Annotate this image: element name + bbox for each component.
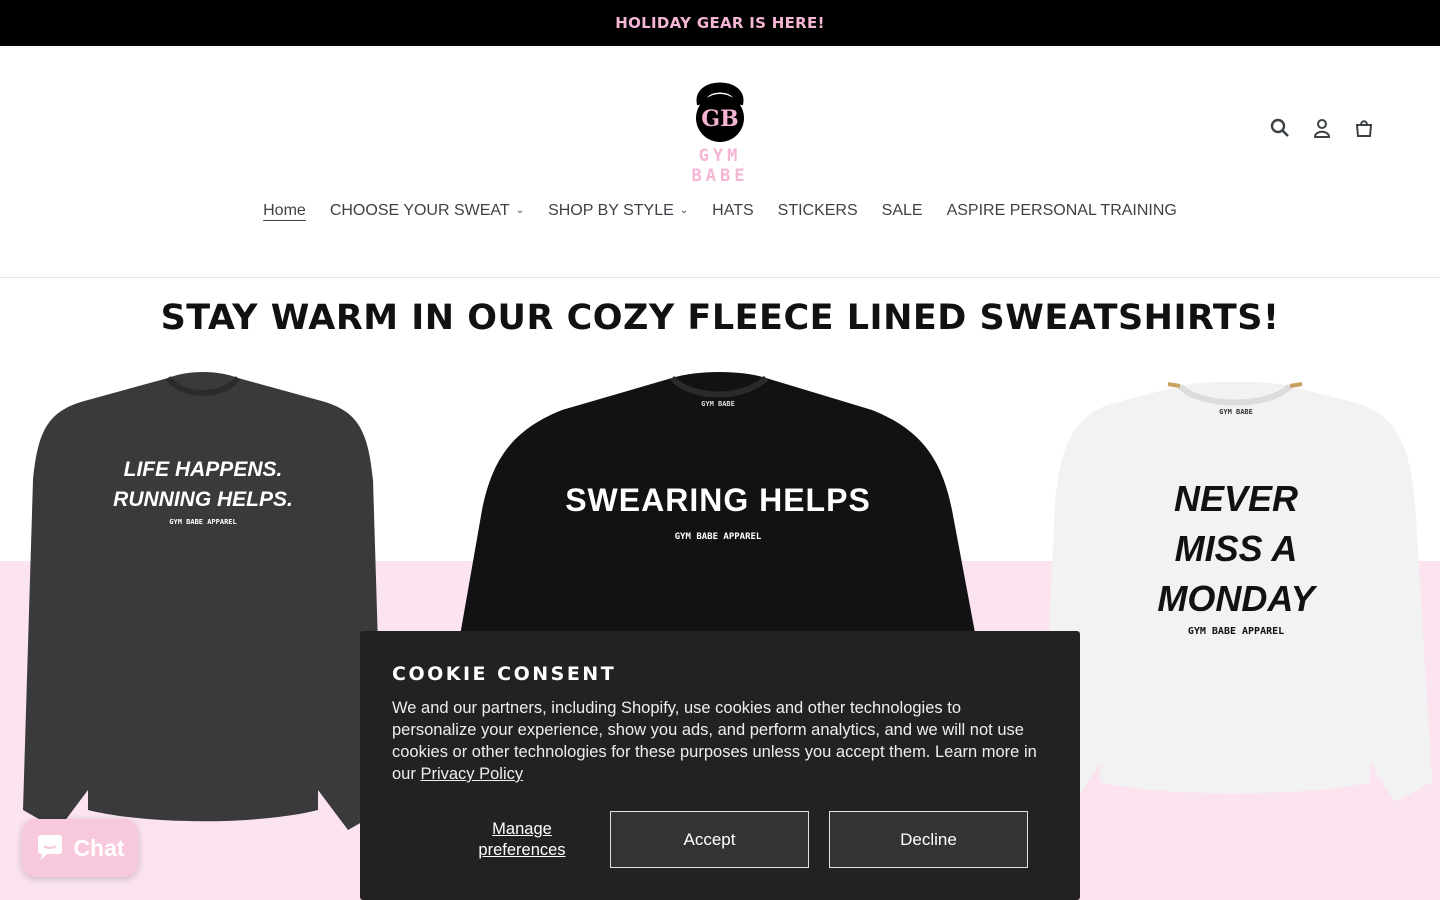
nav-item-sale[interactable]: SALE [882,202,923,220]
nav-item-hats[interactable]: HATS [712,202,753,220]
nav-item-choose-your-sweat[interactable]: CHOOSE YOUR SWEAT ⌄ [330,202,524,220]
main-nav: Home CHOOSE YOUR SWEAT ⌄ SHOP BY STYLE ⌄ H… [0,202,1440,220]
nav-label: HATS [712,202,754,219]
nav-item-home[interactable]: Home [263,202,306,220]
chevron-down-icon: ⌄ [515,205,525,216]
nav-item-aspire-personal-training[interactable]: ASPIRE PERSONAL TRAINING [947,202,1177,220]
nav-label: STICKERS [777,202,858,219]
nav-label: Home [263,202,306,219]
cookie-body: We and our partners, including Shopify, … [392,697,1048,785]
privacy-policy-link[interactable]: Privacy Policy [420,765,523,783]
chat-label: Chat [73,834,125,861]
site-header: GB GYM BABE Home CHOOSE YOUR SWEAT ⌄ SHOP… [0,46,1440,278]
header-icons [1268,116,1376,140]
site-logo[interactable]: GB GYM BABE [664,74,776,186]
product-image-never-miss-a-monday[interactable]: GYM BABE NEVER MISS A MONDAY GYM BABE AP… [1040,381,1432,812]
sweatshirt-graphic [23,372,383,830]
chat-button[interactable]: Chat [22,819,138,877]
chevron-down-icon: ⌄ [679,205,689,216]
nav-label: CHOOSE YOUR SWEAT [329,202,510,219]
nav-label: SALE [881,202,923,219]
nav-label: ASPIRE PERSONAL TRAINING [946,202,1177,219]
shirt-print-line2: RUNNING HELPS. [113,488,293,511]
manage-line1: Manage [492,820,552,838]
sweatshirt-graphic [454,372,982,670]
shirt-collar-brand: GYM BABE [1219,408,1253,416]
product-image-swearing-helps[interactable]: GYM BABE SWEARING HELPS GYM BABE APPAREL [452,370,984,670]
account-icon[interactable] [1310,116,1334,140]
cookie-consent-banner: COOKIE CONSENT We and our partners, incl… [360,631,1080,900]
announcement-text: HOLIDAY GEAR IS HERE! [615,14,825,32]
search-icon[interactable] [1268,116,1292,140]
chat-bubble-icon [38,835,63,860]
announcement-bar: HOLIDAY GEAR IS HERE! [0,0,1440,46]
decline-button[interactable]: Decline [829,811,1028,868]
shirt-collar-brand: GYM BABE [701,400,735,408]
shirt-brand: GYM BABE APPAREL [169,518,237,526]
shirt-print-line1: NEVER [1173,478,1299,519]
manage-preferences-link[interactable]: Manage preferences [432,819,612,861]
accept-button[interactable]: Accept [610,811,809,868]
nav-label: SHOP BY STYLE [548,202,674,219]
hero-title: STAY WARM IN OUR COZY FLEECE LINED SWEAT… [160,298,1280,338]
nav-item-shop-by-style[interactable]: SHOP BY STYLE ⌄ [548,202,688,220]
logo-monogram: GB [701,106,738,132]
cookie-actions: Manage preferences Accept Decline [392,811,1048,868]
logo-text: GYM BABE [691,146,749,186]
shirt-brand: GYM BABE APPAREL [674,532,762,542]
manage-line2: preferences [478,841,566,859]
shirt-brand: GYM BABE APPAREL [1187,626,1285,637]
shirt-print-line3: MONDAY [1157,578,1315,619]
cookie-title: COOKIE CONSENT [392,663,617,685]
kettlebell-logo-icon: GB [696,82,744,142]
nav-item-stickers[interactable]: STICKERS [778,202,858,220]
shirt-print-line1: LIFE HAPPENS. [123,458,283,481]
product-image-life-happens[interactable]: LIFE HAPPENS. RUNNING HELPS. GYM BABE AP… [18,370,388,840]
shirt-print-line2: MISS A [1174,528,1298,569]
cart-icon[interactable] [1352,116,1376,140]
shirt-print-line1: SWEARING HELPS [565,482,871,518]
